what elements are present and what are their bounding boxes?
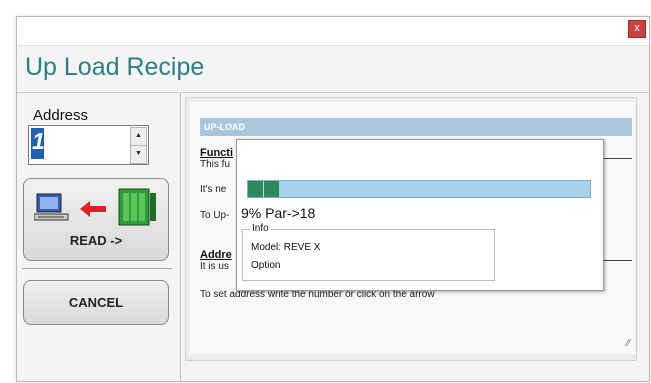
doc-line: This fu	[200, 159, 231, 170]
read-button-label: READ ->	[69, 233, 123, 248]
doc-line: It's ne	[200, 184, 227, 195]
panel-divider	[180, 93, 181, 381]
info-group-title: Info	[250, 223, 271, 234]
progress-status: 9% Par->18	[241, 205, 316, 221]
device-icon	[118, 188, 156, 226]
address-spinbox[interactable]: 1 ▲ ▼	[28, 125, 149, 165]
left-panel: Address 1 ▲ ▼ READ -> CANCEL	[17, 93, 179, 381]
separator	[22, 268, 172, 269]
address-label: Address	[33, 107, 89, 124]
address-value[interactable]: 1	[32, 128, 45, 155]
spin-up-button[interactable]: ▲	[130, 127, 147, 146]
close-button[interactable]: x	[628, 20, 646, 38]
page-title: Up Load Recipe	[25, 53, 205, 81]
read-button[interactable]: READ ->	[23, 178, 169, 261]
option-text: Option	[251, 260, 281, 271]
spin-down-button[interactable]: ▼	[130, 145, 147, 164]
progress-bar	[247, 180, 591, 198]
doc-line: To Up-	[200, 210, 230, 221]
cancel-button[interactable]: CANCEL	[23, 280, 169, 325]
function-heading: Functi	[200, 147, 233, 159]
doc-line: It is us	[200, 261, 229, 272]
model-text: Model: REVE X	[251, 242, 321, 253]
resize-grip-icon[interactable]: ⁄⁄	[627, 338, 630, 349]
title-bar: x	[17, 17, 649, 46]
section-band: UP-LOAD	[200, 118, 632, 136]
computer-icon	[34, 193, 69, 221]
upload-progress-dialog: 9% Par->18 Info Model: REVE X Option	[236, 139, 604, 291]
address-heading: Addre	[200, 249, 232, 261]
info-group: Info Model: REVE X Option	[242, 223, 495, 281]
progress-fill	[248, 181, 279, 197]
arrow-left-icon	[80, 201, 106, 217]
